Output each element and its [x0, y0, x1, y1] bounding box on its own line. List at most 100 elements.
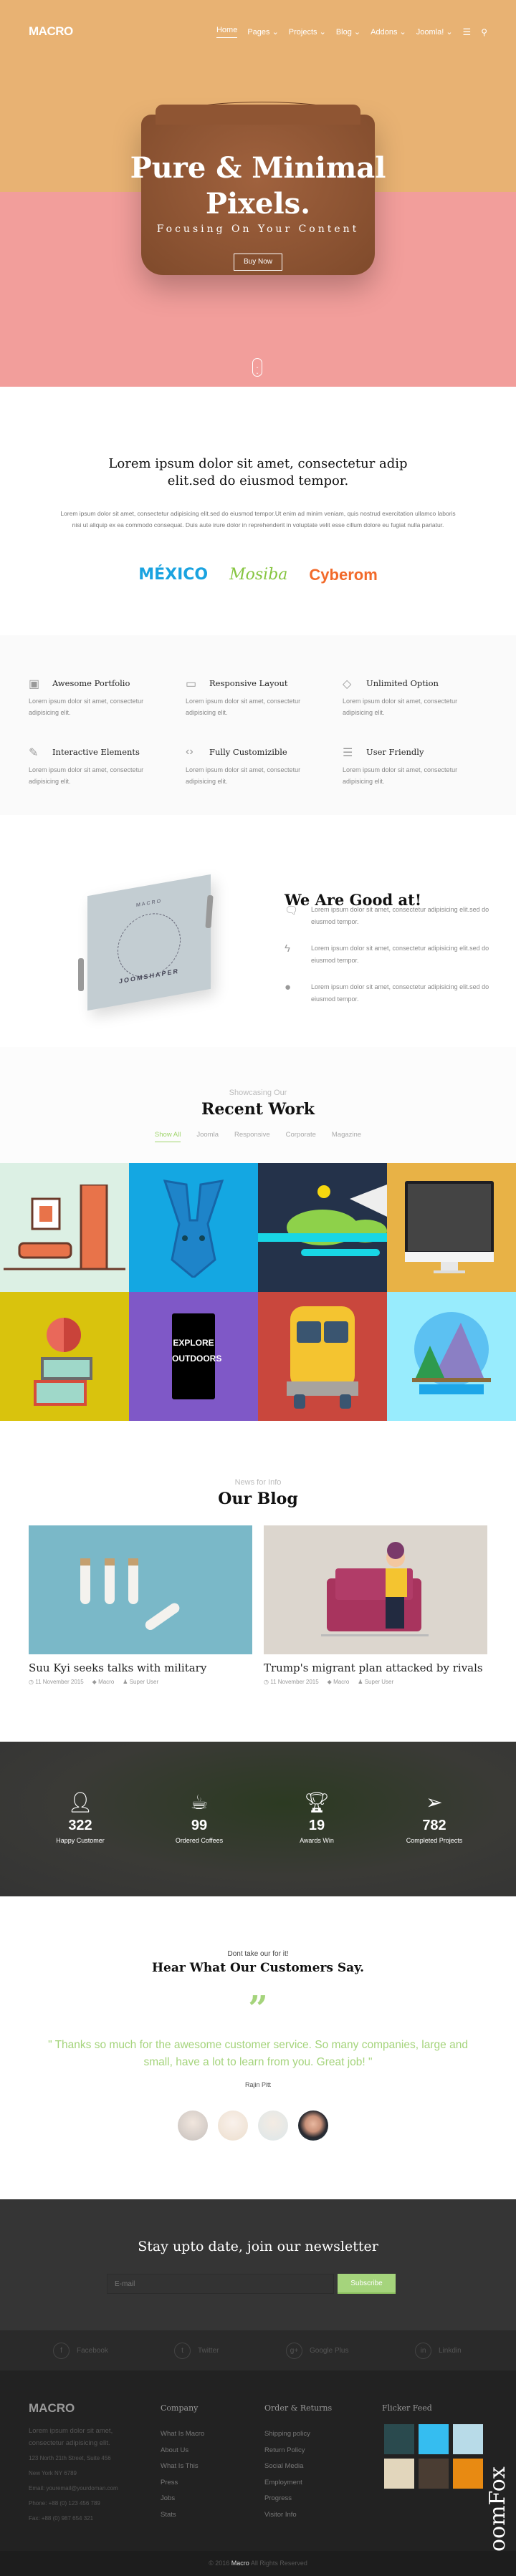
furniture-illustration: [4, 1185, 125, 1270]
portfolio-item-rabbit[interactable]: [129, 1163, 258, 1292]
footer-logo[interactable]: MACRO: [29, 2401, 75, 2416]
counter-item: 🏆︎ 19 Awards Win: [267, 1790, 367, 1844]
filter-joomla[interactable]: Joomla: [196, 1131, 219, 1142]
bolt-icon: ϟ: [285, 942, 290, 955]
user-icon: 👤︎: [67, 1791, 93, 1813]
newsletter-section: Stay upto date, join our newsletter Subs…: [0, 2199, 516, 2330]
feature-desc: Lorem ipsum dolor sit amet, consectetur …: [29, 766, 144, 785]
feature-desc: Lorem ipsum dolor sit amet, consectetur …: [186, 766, 301, 785]
feature-title: Interactive Elements: [52, 747, 140, 757]
flickr-thumb[interactable]: [419, 2424, 449, 2454]
footer-link[interactable]: Stats: [161, 2507, 204, 2524]
email-input[interactable]: [107, 2274, 334, 2294]
post-author[interactable]: ♟ Super User: [123, 1679, 158, 1685]
blog-post-image[interactable]: [264, 1525, 487, 1654]
portfolio-item-mug[interactable]: EXPLORE OUTDOORS: [129, 1292, 258, 1421]
footer-link[interactable]: Employment: [264, 2475, 310, 2491]
filter-show-all[interactable]: Show All: [154, 1131, 181, 1142]
feature-title: Unlimited Option: [366, 678, 439, 688]
good-at-text: Lorem ipsum dolor sit amet, consectetur …: [311, 906, 489, 925]
blog-post-image[interactable]: [29, 1525, 252, 1654]
footer-link[interactable]: What Is This: [161, 2459, 204, 2475]
marker-image: [78, 958, 84, 991]
social-linkedin[interactable]: in Linkdin: [415, 2343, 462, 2359]
post-category[interactable]: ◆ Macro: [92, 1679, 115, 1685]
blog-subtitle: News for Info: [234, 1478, 282, 1487]
edit-icon: ✎: [29, 747, 39, 759]
menu-joomla[interactable]: Joomla! ⌄: [416, 27, 453, 37]
avatar[interactable]: [178, 2111, 208, 2141]
book-title: MACRO: [135, 898, 163, 909]
phone-line: Phone: +88 (0) 123 456 789: [29, 2500, 100, 2507]
portfolio-item-books[interactable]: [0, 1292, 129, 1421]
copyright-brand[interactable]: Macro: [231, 2560, 249, 2567]
avatar-active[interactable]: [298, 2111, 328, 2141]
footer-link[interactable]: Return Policy: [264, 2443, 310, 2459]
buy-now-button[interactable]: Buy Now: [234, 254, 282, 271]
logo[interactable]: MACRO: [29, 24, 73, 39]
tag-icon: ◆: [92, 1679, 97, 1685]
address-line: New York NY 6789: [29, 2470, 77, 2476]
filter-magazine[interactable]: Magazine: [332, 1131, 361, 1142]
footer-link[interactable]: What Is Macro: [161, 2426, 204, 2443]
footer-link[interactable]: Shipping policy: [264, 2426, 310, 2443]
flickr-thumb[interactable]: [384, 2424, 414, 2454]
footer-link[interactable]: Press: [161, 2475, 204, 2491]
menu-pages[interactable]: Pages ⌄: [247, 27, 278, 37]
menu-addons[interactable]: Addons ⌄: [371, 27, 406, 37]
menu-projects[interactable]: Projects ⌄: [289, 27, 326, 37]
portfolio-item-bus[interactable]: [258, 1292, 387, 1421]
footer-company-heading: Company: [161, 2403, 199, 2413]
filter-corporate[interactable]: Corporate: [286, 1131, 316, 1142]
testimonial-subtitle: Dont take our for it!: [227, 1950, 289, 1958]
footer-link[interactable]: Social Media: [264, 2459, 310, 2475]
date-text: 11 November 2015: [270, 1679, 319, 1685]
portfolio-icon: ▣: [29, 678, 40, 690]
blog-post-title[interactable]: Trump's migrant plan attacked by rivals: [264, 1661, 483, 1674]
social-label: Twitter: [198, 2347, 219, 2355]
flickr-thumb[interactable]: [453, 2459, 483, 2489]
search-icon[interactable]: ⚲: [481, 27, 487, 37]
hero-subtitle: Focusing On Your Content: [156, 223, 360, 235]
avatar[interactable]: [258, 2111, 288, 2141]
blog-post-title[interactable]: Suu Kyi seeks talks with military: [29, 1661, 206, 1674]
mountain-illustration: [412, 1312, 491, 1394]
clock-icon: ◷: [29, 1679, 34, 1685]
hamburger-menu-icon[interactable]: ☰: [463, 26, 472, 38]
copyright-year: © 2016: [209, 2560, 230, 2567]
filter-responsive[interactable]: Responsive: [234, 1131, 270, 1142]
scroll-down-icon[interactable]: ⌄ ⌄: [252, 358, 262, 377]
menu-home[interactable]: Home: [216, 26, 238, 38]
portfolio-item-mountain[interactable]: [387, 1292, 516, 1421]
avatar[interactable]: [218, 2111, 248, 2141]
monitor-illustration: [405, 1181, 494, 1273]
social-google-plus[interactable]: g+ Google Plus: [286, 2343, 348, 2359]
subscribe-button[interactable]: Subscribe: [338, 2274, 396, 2294]
copyright-rights: All Rights Reserved: [250, 2560, 307, 2567]
portfolio-item-landscape[interactable]: [258, 1163, 387, 1292]
footer-link[interactable]: Progress: [264, 2491, 310, 2507]
client-logo-mexico: MÉXICO: [138, 566, 209, 584]
counter-item: ☕︎ 99 Ordered Coffees: [149, 1790, 249, 1844]
social-facebook[interactable]: f Facebook: [53, 2343, 108, 2359]
menu-blog[interactable]: Blog ⌄: [336, 27, 360, 37]
footer-address: 123 North 21th Street, Suite 456 New Yor…: [29, 2451, 118, 2526]
joomfox-watermark: JoomFox: [485, 2466, 510, 2560]
navbar: MACRO Home Pages ⌄ Projects ⌄ Blog ⌄ Add…: [29, 24, 487, 42]
footer-link[interactable]: About Us: [161, 2443, 204, 2459]
monitor-icon: ▭: [186, 678, 197, 690]
post-author[interactable]: ♟ Super User: [358, 1679, 393, 1685]
footer-link[interactable]: Jobs: [161, 2491, 204, 2507]
footer-link[interactable]: Visitor Info: [264, 2507, 310, 2524]
mug-illustration: EXPLORE OUTDOORS: [172, 1313, 221, 1399]
portfolio-item-monitor[interactable]: [387, 1163, 516, 1292]
social-twitter[interactable]: t Twitter: [174, 2343, 219, 2359]
flickr-thumb[interactable]: [419, 2459, 449, 2489]
diamond-icon: ◇: [343, 678, 352, 690]
portfolio-item-furniture[interactable]: [0, 1163, 129, 1292]
testimonial-author: Rajin Pitt: [244, 2081, 271, 2088]
good-at-text: Lorem ipsum dolor sit amet, consectetur …: [311, 945, 489, 964]
flickr-thumb[interactable]: [384, 2459, 414, 2489]
post-category[interactable]: ◆ Macro: [328, 1679, 350, 1685]
flickr-thumb[interactable]: [453, 2424, 483, 2454]
